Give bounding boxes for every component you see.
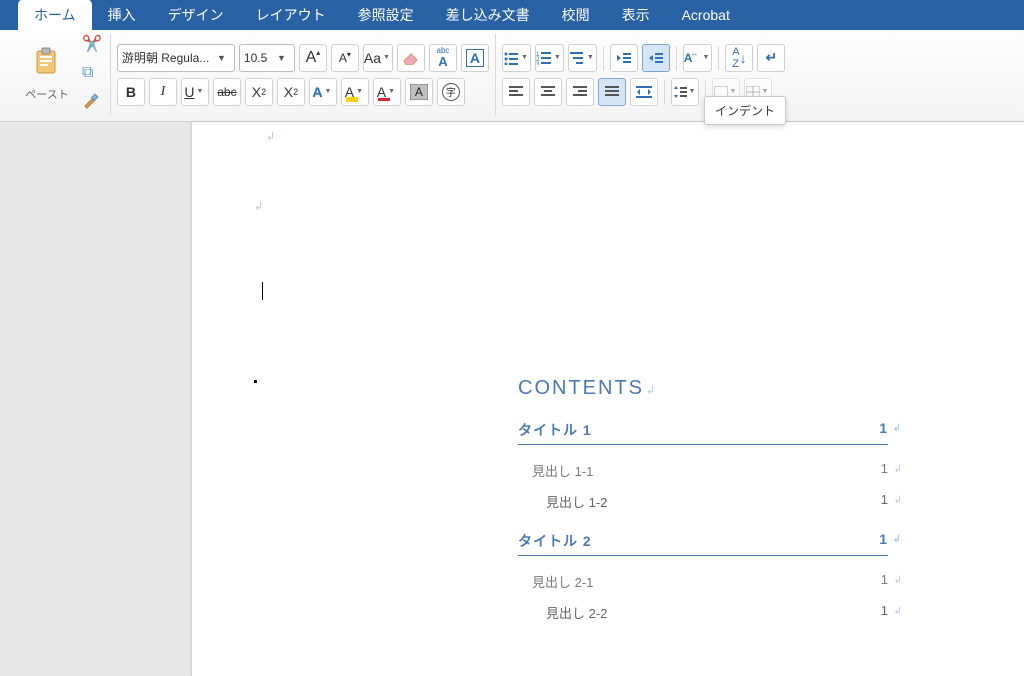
chevron-down-icon[interactable]: ▼ [273, 53, 290, 63]
paste-icon[interactable] [33, 47, 61, 82]
format-painter-icon[interactable] [82, 92, 102, 115]
outdent-icon [616, 51, 632, 65]
numbering-button[interactable]: 123▼ [535, 44, 564, 72]
tab-review[interactable]: 校閲 [546, 0, 606, 31]
decrease-font-button[interactable]: A▾ [331, 44, 359, 72]
tab-mailings[interactable]: 差し込み文書 [430, 0, 546, 31]
align-center-button[interactable] [534, 78, 562, 106]
multilevel-button[interactable]: ▼ [568, 44, 597, 72]
anchor-dot [254, 380, 257, 383]
toc-entry-level1[interactable]: タイトル 11↲ [518, 420, 888, 445]
change-case-button[interactable]: Aa▼ [363, 44, 393, 72]
bullets-button[interactable]: ▼ [502, 44, 531, 72]
table-of-contents[interactable]: CONTENTS↲ タイトル 11↲ 見出し 1-11↲ 見出し 1-21↲ タ… [518, 377, 888, 622]
line-spacing-icon [673, 85, 687, 99]
strikethrough-button[interactable]: abc [213, 78, 241, 106]
toc-entry-level1[interactable]: タイトル 21↲ [518, 531, 888, 556]
text-effects-button[interactable]: A▼ [309, 78, 337, 106]
cut-icon[interactable]: ✂️ [82, 34, 102, 54]
font-size-combo[interactable]: 10.5▼ [239, 44, 295, 72]
toc-heading: CONTENTS↲ [518, 377, 888, 400]
indent-icon [648, 51, 664, 65]
toc-entry-level3[interactable]: 見出し 2-21↲ [518, 603, 888, 622]
subscript-button[interactable]: X2 [245, 78, 273, 106]
indent-tooltip: インデント [704, 96, 786, 125]
align-left-button[interactable] [502, 78, 530, 106]
toc-entry-level2[interactable]: 見出し 1-11↲ [518, 461, 888, 480]
increase-font-button[interactable]: A▴ [299, 44, 327, 72]
paragraph-mark-icon: ↲ [266, 130, 275, 143]
bold-button[interactable]: B [117, 78, 145, 106]
highlight-button[interactable]: A▼ [341, 78, 369, 106]
copy-icon[interactable]: ⧉ [82, 64, 102, 82]
paste-label: ペースト [25, 86, 68, 102]
distribute-button[interactable] [630, 78, 658, 106]
underline-button[interactable]: U▼ [181, 78, 209, 106]
align-right-button[interactable] [566, 78, 594, 106]
menu-bar: ホーム 挿入 デザイン レイアウト 参照設定 差し込み文書 校閲 表示 Acro… [0, 0, 1024, 30]
group-paragraph: ▼ 123▼ ▼ A↔▼ AZ↓ ↵ ▼ ▼ [496, 34, 791, 115]
show-hide-marks-button[interactable]: ↵ [757, 44, 785, 72]
char-shading-button[interactable]: A [405, 78, 433, 106]
group-font: 游明朝 Regula...▼ 10.5▼ A▴ A▾ Aa▼ abcA A B … [111, 34, 496, 115]
char-border-button[interactable]: A [461, 44, 489, 72]
tab-layout[interactable]: レイアウト [240, 0, 342, 31]
text-cursor [262, 282, 263, 300]
decrease-indent-button[interactable] [610, 44, 638, 72]
clear-format-button[interactable] [397, 44, 425, 72]
superscript-button[interactable]: X2 [277, 78, 305, 106]
ribbon: ペースト ✂️ ⧉ 游明朝 Regula...▼ 10.5▼ A▴ A▾ Aa▼ [0, 30, 1024, 122]
eraser-icon [402, 51, 420, 65]
numbering-icon: 123 [536, 51, 552, 65]
bullets-icon [503, 51, 519, 65]
align-justify-button[interactable] [598, 78, 626, 106]
sort-button[interactable]: AZ↓ [725, 44, 753, 72]
enclosed-char-button[interactable]: 字 [437, 78, 465, 106]
toc-entry-level2[interactable]: 見出し 2-11↲ [518, 572, 888, 591]
line-spacing-button[interactable]: ▼ [671, 78, 699, 106]
tab-view[interactable]: 表示 [606, 0, 666, 31]
tab-references[interactable]: 参照設定 [342, 0, 430, 31]
svg-text:3: 3 [536, 62, 540, 65]
paragraph-mark-icon: ↲ [254, 200, 263, 213]
toc-entry-level3[interactable]: 見出し 1-21↲ [518, 492, 888, 511]
increase-indent-button[interactable] [642, 44, 670, 72]
document-workspace: ↲ ↲ CONTENTS↲ タイトル 11↲ 見出し 1-11↲ 見出し 1-2… [0, 122, 1024, 554]
italic-button[interactable]: I [149, 78, 177, 106]
multilevel-icon [569, 51, 585, 65]
group-clipboard: ペースト ✂️ ⧉ [8, 34, 111, 115]
chevron-down-icon[interactable]: ▼ [213, 53, 230, 63]
tab-acrobat[interactable]: Acrobat [666, 1, 746, 29]
tab-design[interactable]: デザイン [152, 0, 240, 31]
font-name-combo[interactable]: 游明朝 Regula...▼ [117, 44, 235, 72]
font-color-button[interactable]: A▼ [373, 78, 401, 106]
asian-layout-button[interactable]: A↔▼ [683, 44, 713, 72]
phonetic-guide-button[interactable]: abcA [429, 44, 457, 72]
